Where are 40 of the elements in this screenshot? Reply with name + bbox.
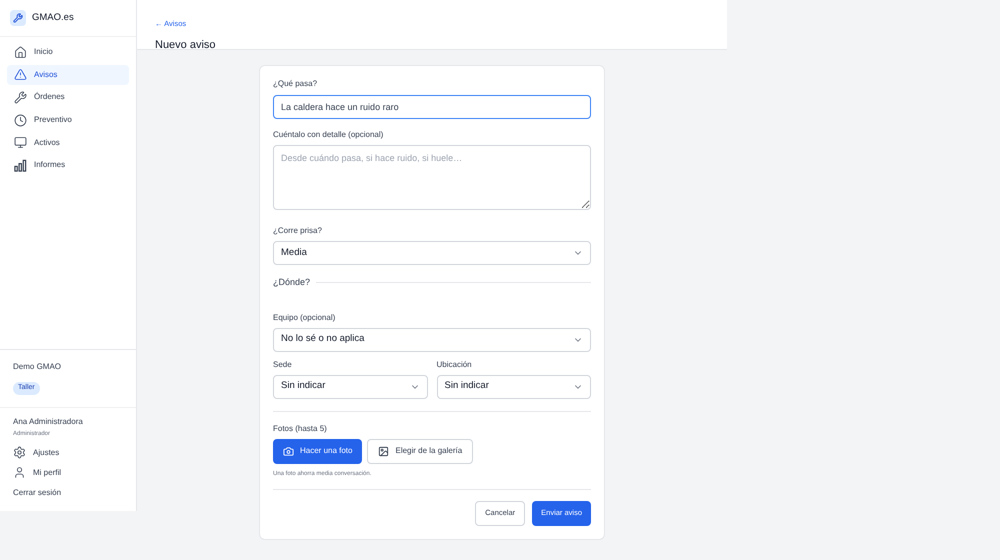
settings-icon xyxy=(13,446,26,459)
app-name: GMAO.es xyxy=(32,10,74,25)
camera-icon xyxy=(283,446,294,456)
take-photo-button[interactable]: Hacer una foto xyxy=(273,438,362,464)
monitor-icon xyxy=(14,136,27,150)
page-title: Nuevo aviso xyxy=(155,38,217,53)
site-select[interactable]: Sin indicar xyxy=(273,374,428,398)
home-icon xyxy=(14,46,27,58)
field-label: Cuéntalo con detalle (opcional) xyxy=(273,129,384,141)
nav-item[interactable]: Avisos xyxy=(7,64,129,85)
field-label: Sede xyxy=(273,358,293,370)
location-select[interactable]: Sin indicar xyxy=(436,374,591,398)
nav-item[interactable]: Órdenes xyxy=(7,87,129,108)
detail-field[interactable]: Desde cuándo pasa, si hace ruido, si huele… xyxy=(273,145,591,210)
clock-icon xyxy=(14,114,27,127)
user-name: Ana Administradora xyxy=(13,416,84,428)
equipment-select[interactable]: No lo sé o no aplica xyxy=(273,328,591,352)
wrench-icon xyxy=(14,90,27,104)
field-label: ¿Corre prisa? xyxy=(273,225,323,237)
account-link[interactable]: Ajustes xyxy=(13,446,123,459)
nav-item[interactable]: Informes xyxy=(7,155,129,176)
account-link[interactable]: Mi perfil xyxy=(13,466,123,479)
user-icon xyxy=(13,466,26,479)
wrench-logo-icon xyxy=(10,10,26,26)
bar-chart-icon xyxy=(14,158,27,172)
organization-name: Demo GMAO xyxy=(13,361,62,373)
urgency-select[interactable]: Media xyxy=(273,241,591,265)
image-icon xyxy=(378,446,390,456)
field-label: Equipo (opcional) xyxy=(273,312,336,324)
field-label: ¿Qué pasa? xyxy=(273,78,318,90)
account-link[interactable]: Cerrar sesión xyxy=(13,486,123,499)
nav-item[interactable]: Inicio xyxy=(7,42,129,62)
warning-icon xyxy=(14,68,27,82)
nav-item[interactable]: Preventivo xyxy=(7,110,129,130)
nav-item[interactable]: Activos xyxy=(7,132,129,153)
section-title: ¿Dónde? xyxy=(273,276,310,289)
title-field[interactable]: La caldera hace un ruido raro xyxy=(273,95,591,119)
field-label: Ubicación xyxy=(436,358,473,370)
gallery-button[interactable]: Elegir de la galería xyxy=(367,438,474,464)
field-label: Fotos (hasta 5) xyxy=(273,422,328,434)
